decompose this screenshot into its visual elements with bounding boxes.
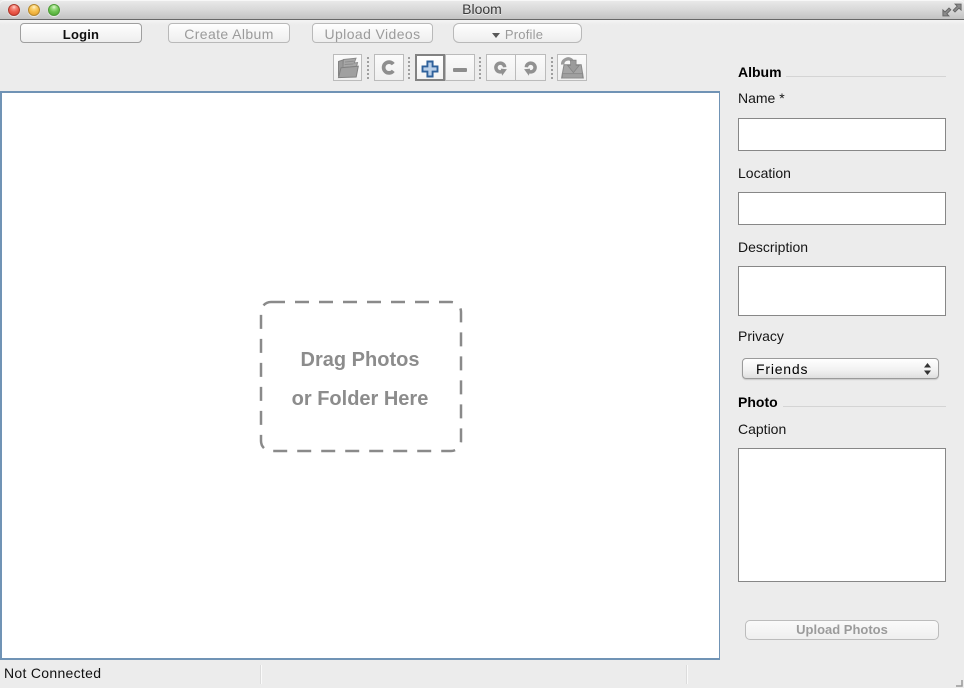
svg-text:Drag Photos: Drag Photos (301, 349, 420, 371)
svg-text:or Folder Here: or Folder Here (292, 388, 429, 410)
